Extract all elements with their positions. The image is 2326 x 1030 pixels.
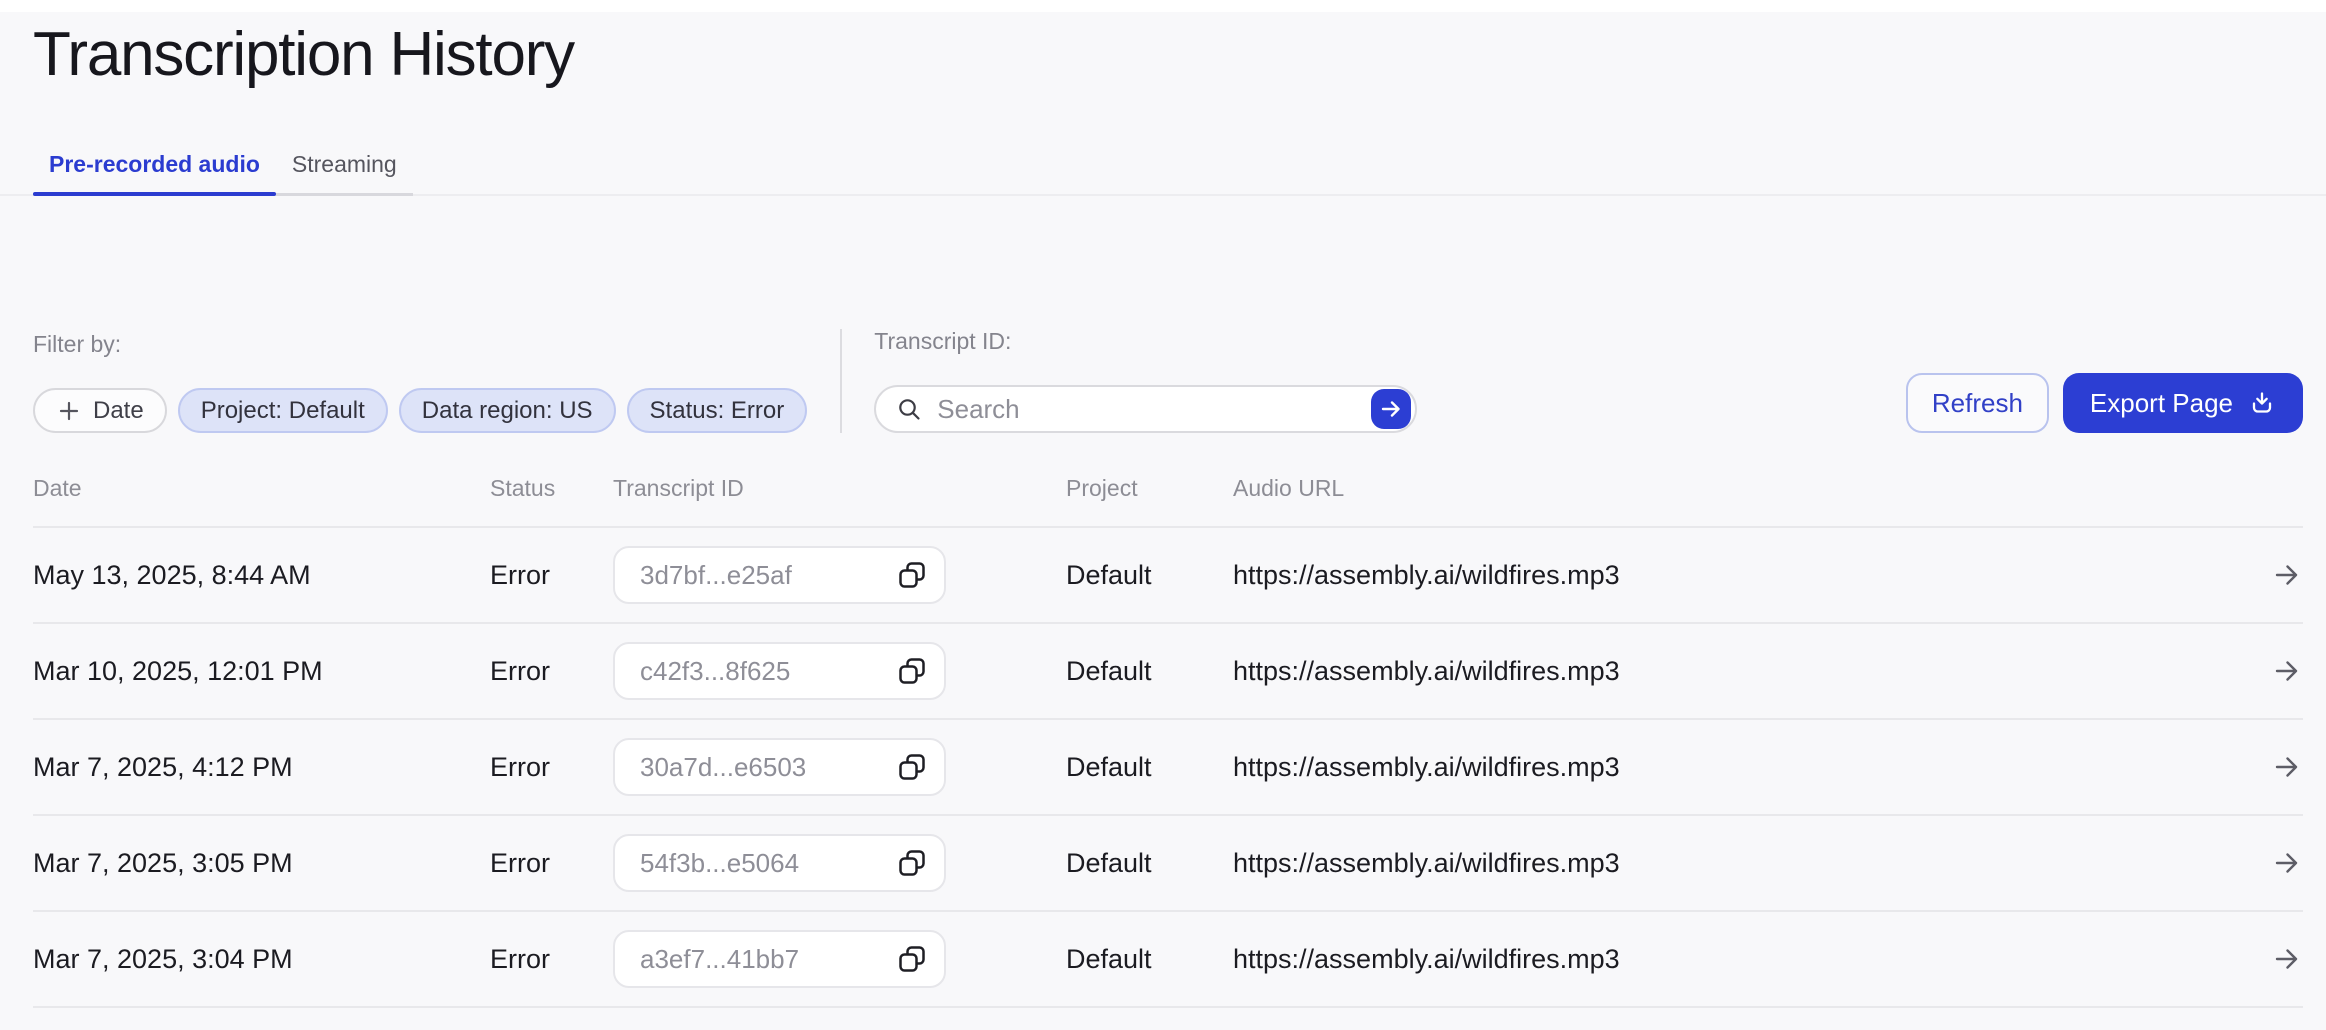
table-row[interactable]: Mar 7, 2025, 3:05 PM Error 54f3b...e5064… bbox=[33, 816, 2303, 912]
copy-icon bbox=[897, 752, 927, 782]
arrow-right-icon bbox=[2271, 943, 2303, 975]
copy-icon bbox=[897, 944, 927, 974]
row-date: Mar 10, 2025, 12:01 PM bbox=[33, 656, 490, 687]
transcription-table: Date Status Transcript ID Project Audio … bbox=[33, 433, 2303, 1008]
open-transcript-button[interactable] bbox=[2271, 751, 2303, 783]
row-status: Error bbox=[490, 944, 613, 975]
table-header-row: Date Status Transcript ID Project Audio … bbox=[33, 433, 2303, 528]
filter-by-label: Filter by: bbox=[33, 331, 807, 358]
filter-chip-data-region[interactable]: Data region: US bbox=[399, 388, 616, 433]
open-transcript-button[interactable] bbox=[2271, 655, 2303, 687]
row-audio-url: https://assembly.ai/wildfires.mp3 bbox=[1233, 944, 2259, 975]
row-project: Default bbox=[1066, 848, 1233, 879]
column-header-date: Date bbox=[33, 475, 490, 502]
column-header-project: Project bbox=[1066, 475, 1233, 502]
copy-icon bbox=[897, 848, 927, 878]
transcript-id-value: 54f3b...e5064 bbox=[640, 848, 799, 879]
vertical-divider bbox=[840, 329, 842, 433]
column-header-transcript-id: Transcript ID bbox=[613, 475, 1066, 502]
transcript-id-value: a3ef7...41bb7 bbox=[640, 944, 799, 975]
export-page-label: Export Page bbox=[2090, 388, 2233, 419]
row-transcript-cell: 3d7bf...e25af bbox=[613, 546, 1066, 604]
tab-list: Pre-recorded audio Streaming bbox=[33, 141, 413, 196]
page-title: Transcription History bbox=[33, 18, 2303, 91]
transcript-id-value: c42f3...8f625 bbox=[640, 656, 790, 687]
top-strip bbox=[0, 0, 2326, 12]
transcript-id-chip: c42f3...8f625 bbox=[613, 642, 946, 700]
transcript-id-value: 30a7d...e6503 bbox=[640, 752, 806, 783]
arrow-right-icon bbox=[2271, 559, 2303, 591]
copy-icon bbox=[897, 560, 927, 590]
search-icon bbox=[896, 396, 923, 423]
table-row[interactable]: May 13, 2025, 8:44 AM Error 3d7bf...e25a… bbox=[33, 528, 2303, 624]
transcript-id-label: Transcript ID: bbox=[874, 328, 1417, 355]
row-status: Error bbox=[490, 848, 613, 879]
transcript-id-chip: 54f3b...e5064 bbox=[613, 834, 946, 892]
transcript-id-group: Transcript ID: bbox=[874, 328, 1417, 433]
arrow-right-icon bbox=[1379, 397, 1403, 421]
download-icon bbox=[2248, 389, 2276, 417]
row-audio-url: https://assembly.ai/wildfires.mp3 bbox=[1233, 656, 2259, 687]
arrow-right-icon bbox=[2271, 751, 2303, 783]
copy-button[interactable] bbox=[897, 560, 927, 590]
row-transcript-cell: c42f3...8f625 bbox=[613, 642, 1066, 700]
column-header-audio-url: Audio URL bbox=[1233, 475, 2259, 502]
table-row[interactable]: Mar 10, 2025, 12:01 PM Error c42f3...8f6… bbox=[33, 624, 2303, 720]
row-status: Error bbox=[490, 752, 613, 783]
row-transcript-cell: 30a7d...e6503 bbox=[613, 738, 1066, 796]
search-submit-button[interactable] bbox=[1371, 389, 1411, 429]
row-audio-url: https://assembly.ai/wildfires.mp3 bbox=[1233, 560, 2259, 591]
arrow-right-icon bbox=[2271, 655, 2303, 687]
transcript-id-chip: 30a7d...e6503 bbox=[613, 738, 946, 796]
column-header-status: Status bbox=[490, 475, 613, 502]
row-date: Mar 7, 2025, 3:05 PM bbox=[33, 848, 490, 879]
row-transcript-cell: 54f3b...e5064 bbox=[613, 834, 1066, 892]
copy-button[interactable] bbox=[897, 944, 927, 974]
plus-icon bbox=[56, 398, 82, 424]
transcription-history-page: Transcription History Pre-recorded audio… bbox=[0, 18, 2326, 1008]
copy-button[interactable] bbox=[897, 848, 927, 878]
row-status: Error bbox=[490, 560, 613, 591]
filter-group: Filter by: Date Project: Default Data re… bbox=[33, 331, 807, 433]
row-project: Default bbox=[1066, 944, 1233, 975]
open-transcript-button[interactable] bbox=[2271, 943, 2303, 975]
arrow-right-icon bbox=[2271, 847, 2303, 879]
filter-chip-project[interactable]: Project: Default bbox=[178, 388, 388, 433]
row-date: May 13, 2025, 8:44 AM bbox=[33, 560, 490, 591]
refresh-button[interactable]: Refresh bbox=[1906, 373, 2049, 433]
copy-button[interactable] bbox=[897, 656, 927, 686]
filter-chip-status[interactable]: Status: Error bbox=[627, 388, 808, 433]
transcript-id-chip: a3ef7...41bb7 bbox=[613, 930, 946, 988]
action-buttons: Refresh Export Page bbox=[1906, 373, 2303, 433]
filter-chips: Date Project: Default Data region: US St… bbox=[33, 388, 807, 433]
row-audio-url: https://assembly.ai/wildfires.mp3 bbox=[1233, 752, 2259, 783]
row-audio-url: https://assembly.ai/wildfires.mp3 bbox=[1233, 848, 2259, 879]
row-date: Mar 7, 2025, 4:12 PM bbox=[33, 752, 490, 783]
export-page-button[interactable]: Export Page bbox=[2063, 373, 2303, 433]
row-project: Default bbox=[1066, 752, 1233, 783]
controls-row: Filter by: Date Project: Default Data re… bbox=[33, 328, 2303, 433]
table-row[interactable]: Mar 7, 2025, 3:04 PM Error a3ef7...41bb7… bbox=[33, 912, 2303, 1008]
transcript-id-value: 3d7bf...e25af bbox=[640, 560, 792, 591]
row-status: Error bbox=[490, 656, 613, 687]
open-transcript-button[interactable] bbox=[2271, 847, 2303, 879]
row-date: Mar 7, 2025, 3:04 PM bbox=[33, 944, 490, 975]
open-transcript-button[interactable] bbox=[2271, 559, 2303, 591]
table-row[interactable]: Mar 7, 2025, 4:12 PM Error 30a7d...e6503… bbox=[33, 720, 2303, 816]
add-date-filter-button[interactable]: Date bbox=[33, 388, 167, 433]
copy-icon bbox=[897, 656, 927, 686]
transcript-id-chip: 3d7bf...e25af bbox=[613, 546, 946, 604]
row-project: Default bbox=[1066, 656, 1233, 687]
tab-streaming[interactable]: Streaming bbox=[276, 141, 413, 193]
add-date-filter-label: Date bbox=[93, 397, 144, 425]
copy-button[interactable] bbox=[897, 752, 927, 782]
row-transcript-cell: a3ef7...41bb7 bbox=[613, 930, 1066, 988]
transcript-search-input[interactable] bbox=[935, 393, 1371, 426]
row-project: Default bbox=[1066, 560, 1233, 591]
transcript-search-box bbox=[874, 385, 1417, 433]
tab-bar: Pre-recorded audio Streaming bbox=[33, 141, 2303, 196]
tab-prerecorded-audio[interactable]: Pre-recorded audio bbox=[33, 141, 276, 193]
